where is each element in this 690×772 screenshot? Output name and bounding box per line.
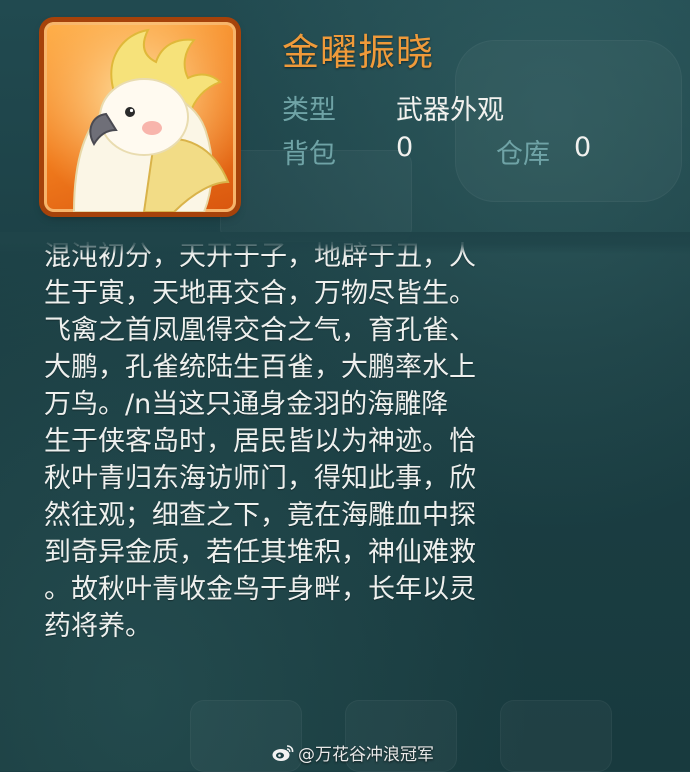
item-icon-frame[interactable] [44,22,236,212]
type-value: 武器外观 [396,95,504,126]
bag-count: 0 [396,132,414,163]
weibo-icon [272,744,294,761]
background-decoration [500,700,612,772]
warehouse-count: 0 [574,132,592,163]
watermark-text: @万花谷冲浪冠军 [298,745,434,765]
type-label: 类型 [282,95,336,126]
item-tooltip-panel: 金曜振晓 类型 武器外观 背包 0 仓库 0 混沌初分，天开于子，地辟于丑，人 … [0,0,690,772]
bag-label: 背包 [282,139,336,170]
bird-icon [44,22,236,212]
description-fade [0,232,690,254]
watermark: @万花谷冲浪冠军 [272,740,434,765]
item-description: 混沌初分，天开于子，地辟于丑，人 生于寅，天地再交合，万物尽皆生。 飞禽之首凤凰… [44,241,476,642]
warehouse-label: 仓库 [496,139,550,170]
item-title: 金曜振晓 [282,31,434,74]
